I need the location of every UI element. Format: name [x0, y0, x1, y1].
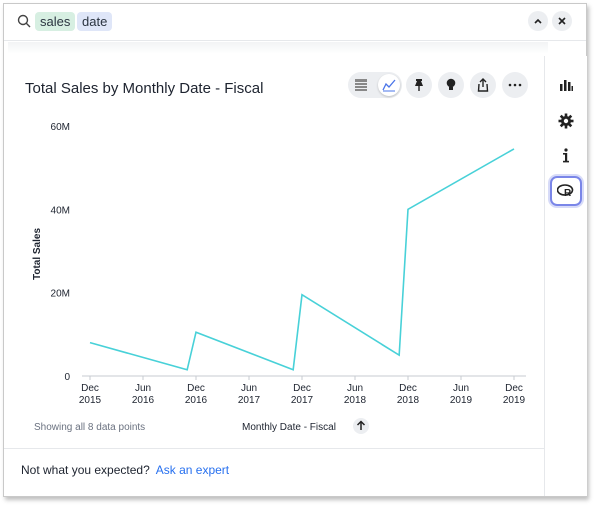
- y-tick-label: 40M: [51, 205, 70, 216]
- x-tick-label: Jun: [453, 383, 469, 394]
- r-analysis-button[interactable]: R: [550, 176, 582, 206]
- sales-line: [89, 148, 515, 371]
- x-axis-label: Monthly Date - Fiscal: [242, 422, 336, 433]
- x-tick-label: Jun: [347, 383, 363, 394]
- x-tick-label: Dec: [293, 383, 311, 394]
- data-points-note: Showing all 8 data points: [34, 422, 145, 433]
- footer-divider: [4, 448, 544, 449]
- gear-icon: [558, 113, 574, 129]
- info-button[interactable]: [552, 142, 580, 170]
- search-divider: [8, 42, 548, 54]
- x-tick-label: 2018: [344, 395, 367, 406]
- x-tick-label: Dec: [187, 383, 205, 394]
- y-tick-label: 20M: [51, 289, 70, 300]
- x-tick-label: Dec: [399, 383, 417, 394]
- sort-button[interactable]: [353, 418, 369, 434]
- x-tick-label: 2017: [291, 395, 314, 406]
- x-tick-label: 2015: [79, 395, 102, 406]
- y-axis-label: Total Sales: [32, 228, 43, 280]
- x-tick-label: 2016: [185, 395, 208, 406]
- x-tick-label: Jun: [135, 383, 151, 394]
- chart-card: Total Sales by Monthly Date - Fiscal Tot…: [4, 54, 544, 446]
- close-icon: [558, 17, 566, 25]
- collapse-button[interactable]: [528, 11, 548, 31]
- side-panel: R: [544, 56, 587, 496]
- x-tick-label: 2018: [397, 395, 420, 406]
- chevron-up-icon: [534, 18, 542, 24]
- clear-search-button[interactable]: [552, 11, 572, 31]
- x-tick-label: 2016: [132, 395, 155, 406]
- line-chart: Total Sales 020M40M60M Dec2015Jun2016Dec…: [32, 122, 526, 434]
- search-bar[interactable]: sales date: [4, 4, 586, 41]
- bar-chart-icon: [560, 80, 573, 91]
- search-icon: [17, 14, 31, 28]
- chart-type-button[interactable]: [552, 70, 580, 98]
- svg-text:R: R: [564, 188, 572, 198]
- x-axis: Dec2015Jun2016Dec2016Jun2017Dec2017Jun20…: [79, 376, 526, 406]
- ask-expert-link[interactable]: Ask an expert: [156, 463, 229, 477]
- search-token-sales[interactable]: sales: [35, 12, 76, 31]
- settings-button[interactable]: [552, 107, 580, 135]
- x-tick-label: Dec: [81, 383, 99, 394]
- x-tick-label: Dec: [505, 383, 523, 394]
- footer: Not what you expected? Ask an expert: [21, 463, 229, 477]
- y-tick-label: 60M: [51, 122, 70, 133]
- y-axis: 0 20M 40M 60M: [51, 122, 71, 383]
- x-tick-label: Jun: [241, 383, 257, 394]
- answer-window: sales date Total Sales by Monthly Date -…: [3, 3, 587, 497]
- info-icon: [563, 148, 569, 163]
- x-tick-label: 2019: [503, 395, 526, 406]
- footer-question: Not what you expected?: [21, 463, 150, 477]
- search-token-date[interactable]: date: [77, 12, 113, 31]
- x-tick-label: 2017: [238, 395, 261, 406]
- y-tick-label: 0: [64, 372, 70, 383]
- sales-series: [89, 148, 515, 371]
- r-icon: R: [557, 184, 574, 198]
- x-tick-label: 2019: [450, 395, 473, 406]
